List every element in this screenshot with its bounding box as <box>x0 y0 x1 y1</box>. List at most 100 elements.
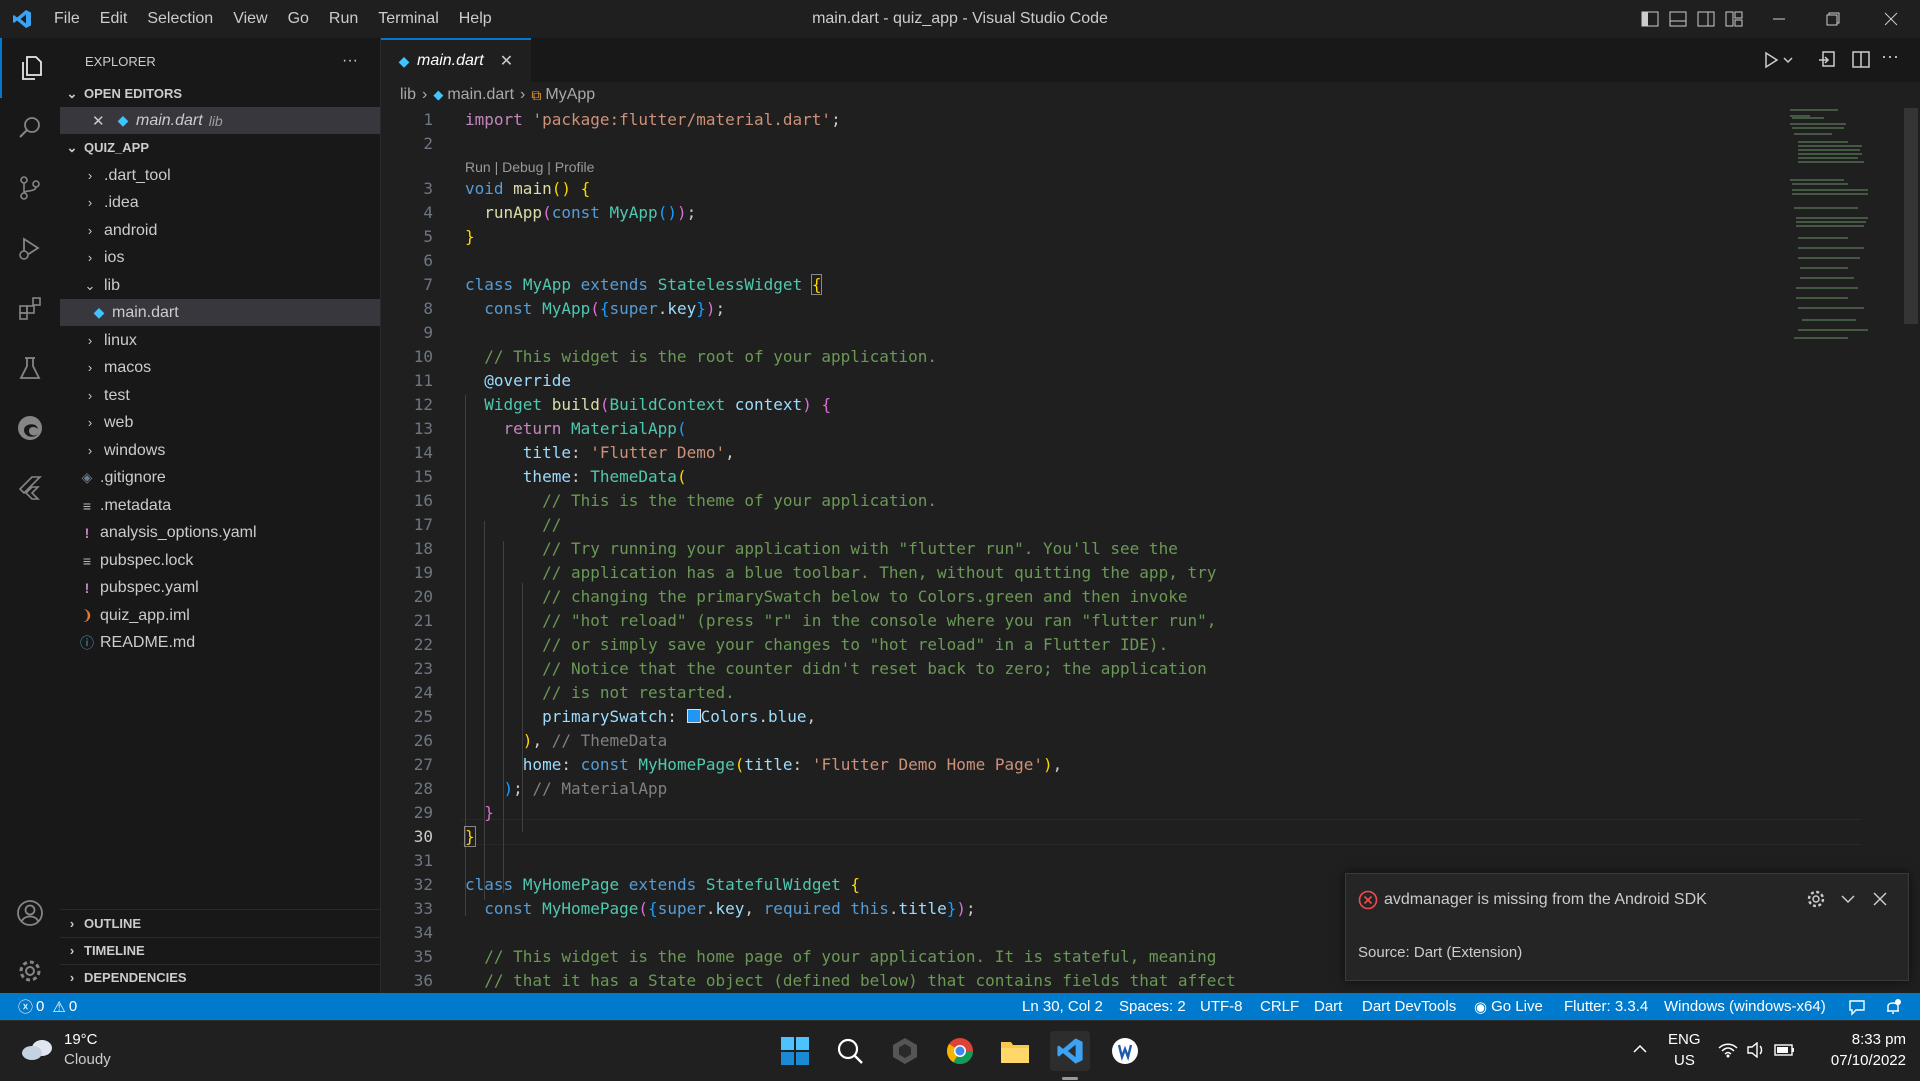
breadcrumb-lib[interactable]: lib <box>400 86 416 104</box>
extensions-icon[interactable] <box>0 278 60 338</box>
windows-start-icon[interactable] <box>775 1031 815 1071</box>
taskbar-search-icon[interactable] <box>830 1031 870 1071</box>
breadcrumb-class[interactable]: MyApp <box>545 86 595 104</box>
search-icon[interactable] <box>0 98 60 158</box>
run-dropdown-icon[interactable] <box>1763 50 1793 75</box>
tree-item-windows[interactable]: › windows <box>60 437 380 464</box>
tree-item-gitignore[interactable]: ◈ .gitignore <box>60 464 380 491</box>
notification-settings-gear-icon[interactable] <box>1806 889 1826 914</box>
wifi-icon[interactable] <box>1718 1042 1738 1063</box>
close-notification-icon[interactable] <box>1870 889 1890 914</box>
menu-go[interactable]: Go <box>278 10 319 28</box>
more-actions-icon[interactable]: ··· <box>342 52 358 70</box>
tree-item-iml[interactable]: ❩ quiz_app.iml <box>60 602 380 629</box>
tab-main-dart[interactable]: ◆ main.dart ✕ <box>381 38 531 82</box>
code-lens-run-debug-profile[interactable]: Run | Debug | Profile <box>465 159 594 175</box>
battery-icon[interactable] <box>1774 1043 1796 1062</box>
chevron-up-icon[interactable] <box>1632 1041 1648 1062</box>
class-symbol-icon: ⧉ <box>531 86 542 103</box>
close-window-icon[interactable] <box>1868 0 1914 38</box>
open-editor-item[interactable]: ✕ ◆ main.dart lib <box>60 107 380 134</box>
color-swatch-icon[interactable] <box>686 709 701 723</box>
tree-item-analysis-options[interactable]: ! analysis_options.yaml <box>60 519 380 546</box>
tree-item-dart-tool[interactable]: › .dart_tool <box>60 162 380 189</box>
language-indicator[interactable]: ENG <box>1668 1031 1701 1048</box>
app-taskbar-icon[interactable] <box>1105 1031 1145 1071</box>
tree-item-ios[interactable]: › ios <box>60 244 380 271</box>
vertical-scrollbar[interactable] <box>1904 108 1918 324</box>
clock-time[interactable]: 8:33 pm <box>1830 1031 1906 1048</box>
go-live-button[interactable]: ◉ Go Live <box>1474 993 1543 1020</box>
minimap[interactable] <box>1788 108 1908 348</box>
outline-section[interactable]: › OUTLINE <box>60 910 380 937</box>
menu-edit[interactable]: Edit <box>90 10 138 28</box>
feedback-icon[interactable] <box>1848 993 1866 1020</box>
notification-source: Source: Dart (Extension) <box>1358 944 1523 961</box>
tree-item-macos[interactable]: › macos <box>60 354 380 381</box>
volume-icon[interactable] <box>1746 1041 1766 1063</box>
split-editor-icon[interactable] <box>1851 50 1871 75</box>
source-control-icon[interactable] <box>0 158 60 218</box>
tree-item-linux[interactable]: › linux <box>60 327 380 354</box>
code-editor[interactable]: 1 2 3 4 5 6 7 8 9 10 11 12 13 14 15 16 17 18 19 20 21 22 23 24 2… <box>381 108 1920 993</box>
unity-hub-icon[interactable] <box>885 1031 925 1071</box>
open-editors-header[interactable]: ⌄ OPEN EDITORS <box>60 80 380 107</box>
line-number: 12 <box>413 395 433 414</box>
account-icon[interactable] <box>0 883 60 943</box>
flutter-icon[interactable] <box>0 458 60 518</box>
tree-item-android[interactable]: › android <box>60 217 380 244</box>
tree-item-idea[interactable]: › .idea <box>60 189 380 216</box>
cursor-position[interactable]: Ln 30, Col 2 <box>1022 993 1103 1020</box>
menu-view[interactable]: View <box>223 10 277 28</box>
open-changes-icon[interactable] <box>1817 50 1837 75</box>
tree-item-main-dart[interactable]: ◆ main.dart <box>60 299 380 326</box>
tree-item-lib[interactable]: ⌄ lib <box>60 272 380 299</box>
explorer-icon[interactable] <box>0 38 62 98</box>
minimize-icon[interactable] <box>1756 0 1802 38</box>
customize-layout-icon[interactable] <box>1720 0 1748 38</box>
more-actions-icon[interactable]: ··· <box>1881 46 1899 67</box>
menu-run[interactable]: Run <box>319 10 368 28</box>
collapse-notification-icon[interactable] <box>1838 889 1858 914</box>
chevron-right-icon: › <box>87 333 93 348</box>
line-number: 18 <box>413 539 433 558</box>
close-tab-icon[interactable]: ✕ <box>500 51 513 71</box>
device-selector[interactable]: Windows (windows-x64) <box>1664 993 1826 1020</box>
toggle-panel-icon[interactable] <box>1664 0 1692 38</box>
encoding[interactable]: UTF-8 <box>1200 993 1243 1020</box>
dart-devtools[interactable]: Dart DevTools <box>1362 993 1456 1020</box>
tree-item-pubspec-yaml[interactable]: ! pubspec.yaml <box>60 574 380 601</box>
indentation[interactable]: Spaces: 2 <box>1119 993 1186 1020</box>
timeline-section[interactable]: › TIMELINE <box>60 937 380 964</box>
tree-item-pubspec-lock[interactable]: ≡ pubspec.lock <box>60 547 380 574</box>
dependencies-section[interactable]: › DEPENDENCIES <box>60 964 380 991</box>
problems-indicator[interactable]: ⓧ 0 ⚠ 0 <box>18 993 77 1020</box>
menu-selection[interactable]: Selection <box>137 10 223 28</box>
menu-terminal[interactable]: Terminal <box>368 10 448 28</box>
end-of-line[interactable]: CRLF <box>1260 993 1299 1020</box>
breadcrumb-file[interactable]: main.dart <box>447 86 514 104</box>
manage-gear-icon[interactable] <box>0 941 60 1001</box>
tree-item-metadata[interactable]: ≡ .metadata <box>60 492 380 519</box>
notifications-bell-icon[interactable] <box>1884 993 1902 1020</box>
cloudy-weather-icon[interactable] <box>20 1035 56 1068</box>
restore-icon[interactable] <box>1810 0 1856 38</box>
code-line-14: title: 'Flutter Demo', <box>522 443 735 462</box>
language-mode[interactable]: Dart <box>1314 993 1342 1020</box>
toggle-primary-sidebar-icon[interactable] <box>1636 0 1664 38</box>
menu-help[interactable]: Help <box>449 10 502 28</box>
tree-item-test[interactable]: › test <box>60 382 380 409</box>
testing-icon[interactable] <box>0 338 60 398</box>
chrome-icon[interactable] <box>940 1031 980 1071</box>
toggle-secondary-sidebar-icon[interactable] <box>1692 0 1720 38</box>
tree-item-web[interactable]: › web <box>60 409 380 436</box>
vscode-taskbar-icon[interactable] <box>1050 1031 1090 1071</box>
file-explorer-icon[interactable] <box>995 1031 1035 1071</box>
close-editor-icon[interactable]: ✕ <box>92 112 108 130</box>
flutter-version[interactable]: Flutter: 3.3.4 <box>1564 993 1648 1020</box>
menu-file[interactable]: File <box>44 10 90 28</box>
run-debug-icon[interactable] <box>0 218 60 278</box>
project-header[interactable]: ⌄ QUIZ_APP <box>60 134 380 161</box>
tree-item-readme[interactable]: ⓘ README.md <box>60 629 380 656</box>
edge-devtools-icon[interactable] <box>0 398 60 458</box>
